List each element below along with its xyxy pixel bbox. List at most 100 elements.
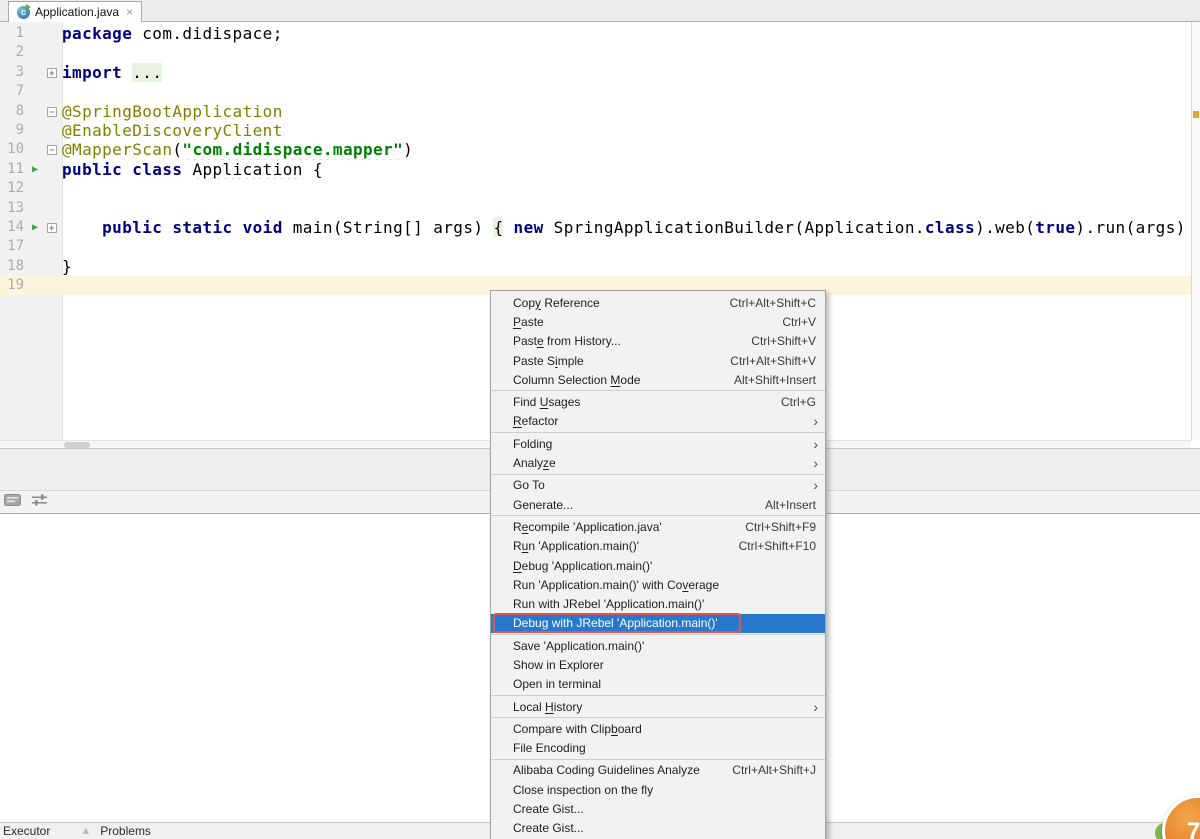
menu-item-show-in-explorer[interactable]: Show in Explorer [491,655,825,674]
code-token: new [513,217,544,237]
gutter-space [27,63,43,82]
console-icon[interactable] [4,493,21,511]
code-text: import ... [62,62,1191,82]
line-number: 18 [7,257,24,274]
menu-item-shortcut: Alt+Insert [764,497,816,512]
gutter-space [27,237,43,256]
code-line-18[interactable]: 18} [0,257,1191,276]
menu-item-analyze[interactable]: Analyze › [491,453,825,472]
run-arrow-icon[interactable]: ▶ [27,160,43,179]
menu-separator [491,432,825,434]
menu-item-label: Go To [513,478,545,493]
menu-item-paste-simple[interactable]: Paste Simple Ctrl+Alt+Shift+V [491,351,825,370]
menu-separator [491,515,825,517]
menu-item-label: Close inspection on the fly [513,782,654,797]
tab-application-java[interactable]: c Application.java × [8,1,143,22]
code-token: public static void [102,217,283,237]
statusbar-executor-button[interactable]: Executor [3,824,50,838]
code-line-17[interactable]: 17 [0,237,1191,256]
code-token: @EnableDiscoveryClient [62,120,283,140]
editor-context-menu: Copy Reference Ctrl+Alt+Shift+C Paste Ctrl+… [490,290,826,839]
menu-item-label: Folding [513,436,553,451]
menu-item-find-usages[interactable]: Find Usages Ctrl+G [491,392,825,411]
menu-item-create-gist[interactable]: Create Gist... [491,799,825,818]
menu-item-column-selection-mode[interactable]: Column Selection Mode Alt+Shift+Insert [491,370,825,389]
menu-item-refactor[interactable]: Refactor › [491,412,825,431]
code-token: true [1035,217,1076,237]
menu-item-create-gist[interactable]: Create Gist... [491,819,825,838]
gutter-space [27,43,43,62]
menu-item-folding[interactable]: Folding › [491,434,825,453]
statusbar-problems-button[interactable]: Problems [100,824,151,838]
menu-item-run-application-main[interactable]: Run 'Application.main()' Ctrl+Shift+F10 [491,537,825,556]
code-lines: 1 package com.didispace; 2 3 + import ... 7 8− @… [0,24,1191,296]
gutter-space [27,179,43,198]
menu-item-alibaba-coding-guidelines-analyze[interactable]: Alibaba Coding Guidelines Analyze Ctrl+Al… [491,761,825,780]
code-token: } [62,256,73,276]
fold-minus-icon[interactable]: − [47,145,57,156]
run-arrow-icon[interactable]: ▶ [27,218,43,237]
code-line-9[interactable]: 9 @EnableDiscoveryClient [0,121,1191,140]
line-number: 14 [7,218,24,235]
menu-item-label: Find Usages [513,395,581,410]
menu-item-label: Debug 'Application.main()' [513,558,653,573]
code-token: { [493,217,504,237]
gutter-space [27,199,43,218]
menu-item-go-to[interactable]: Go To › [491,476,825,495]
code-token: ).run(args) [1075,217,1186,237]
code-token: main(String[] args) [282,217,494,237]
code-line-14[interactable]: 14 ▶ + public static void main(String[] ar… [0,217,1191,237]
code-line-13[interactable]: 13 [0,199,1191,218]
menu-item-compare-with-clipboard[interactable]: Compare with Clipboard [491,719,825,738]
editor-vertical-scrollbar[interactable] [1191,22,1200,440]
fold-minus-icon[interactable]: − [47,106,57,117]
menu-item-recompile-application-java[interactable]: Recompile 'Application.java' Ctrl+Shift+F… [491,517,825,536]
menu-item-save-application-main[interactable]: Save 'Application.main()' [491,636,825,655]
menu-item-local-history[interactable]: Local History › [491,697,825,716]
fold-plus-icon[interactable]: + [47,67,57,78]
menu-item-paste-from-history[interactable]: Paste from History... Ctrl+Shift+V [491,332,825,351]
menu-item-label: Run 'Application.main()' with Coverage [513,577,720,592]
code-line-3[interactable]: 3 + import ... [0,62,1191,82]
menu-item-debug-application-main[interactable]: Debug 'Application.main()' [491,556,825,575]
code-line-7[interactable]: 7 [0,82,1191,101]
menu-item-label: Open in terminal [513,677,602,692]
error-stripe-mark[interactable] [1193,111,1199,118]
menu-item-run-application-main-with-coverage[interactable]: Run 'Application.main()' with Coverage [491,575,825,594]
line-number: 7 [15,83,24,100]
code-text: @SpringBootApplication [62,102,1191,121]
menu-item-label: Alibaba Coding Guidelines Analyze [513,763,700,778]
code-line-1[interactable]: 1 package com.didispace; [0,24,1191,43]
menu-item-file-encoding[interactable]: File Encoding [491,739,825,758]
menu-item-copy-reference[interactable]: Copy Reference Ctrl+Alt+Shift+C [491,293,825,312]
line-number: 11 [7,160,24,177]
menu-item-close-inspection-on-the-fly[interactable]: Close inspection on the fly [491,780,825,799]
code-line-12[interactable]: 12 [0,179,1191,198]
fold-slot [43,82,62,101]
fold-plus-icon[interactable]: + [47,222,57,233]
menu-separator [491,473,825,475]
code-token: { [302,159,323,179]
code-line-8[interactable]: 8 − @SpringBootApplication [0,102,1191,121]
code-line-2[interactable]: 2 [0,43,1191,62]
code-line-10[interactable]: 10 − @MapperScan("com.didispace.mapper") [0,140,1191,159]
code-token: ( [172,140,183,160]
menu-item-open-in-terminal[interactable]: Open in terminal [491,675,825,694]
menu-separator [491,390,825,392]
submenu-arrow-icon: › [813,455,818,472]
menu-item-paste[interactable]: Paste Ctrl+V [491,312,825,331]
line-number: 13 [7,199,24,216]
line-number: 10 [7,141,24,158]
tab-close-icon[interactable]: × [126,5,133,19]
menu-item-generate[interactable]: Generate... Alt+Insert [491,495,825,514]
menu-item-shortcut: Ctrl+Shift+V [751,334,816,349]
menu-item-debug-with-jrebel-application-main[interactable]: Debug with JRebel 'Application.main()' [491,612,825,634]
menu-item-run-with-jrebel-application-main[interactable]: Run with JRebel 'Application.main()' [491,594,825,613]
gutter-space [27,257,43,276]
menu-item-shortcut: Ctrl+V [782,314,816,329]
code-line-11[interactable]: 11 ▶ public class Application { [0,160,1191,179]
filter-settings-icon[interactable] [32,493,48,511]
